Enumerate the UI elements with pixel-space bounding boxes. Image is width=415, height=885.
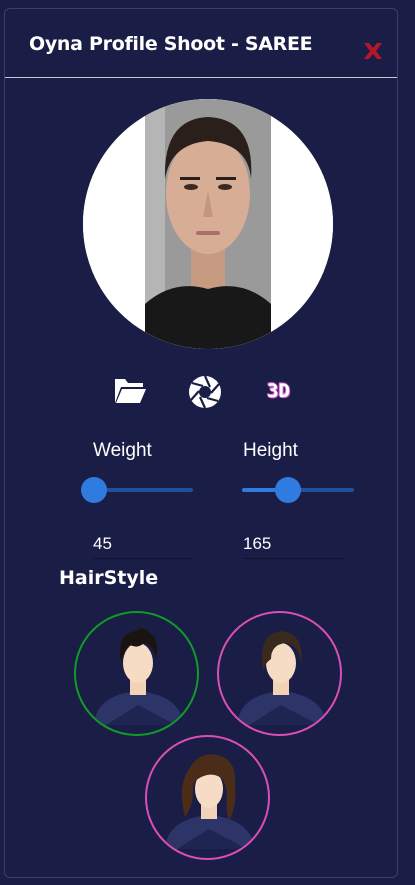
folder-open-icon[interactable] xyxy=(113,375,147,410)
height-label: Height xyxy=(243,440,298,461)
hairstyle-option-bangs[interactable] xyxy=(217,611,342,736)
hairstyle-option-short[interactable] xyxy=(74,611,199,736)
weight-input[interactable]: 45 xyxy=(93,530,193,559)
weight-slider-thumb[interactable] xyxy=(81,477,107,503)
profile-photo xyxy=(83,99,333,349)
hairstyle-title: HairStyle xyxy=(59,567,159,589)
weight-label: Weight xyxy=(93,440,152,461)
dialog-title: Oyna Profile Shoot - SAREE xyxy=(29,33,313,55)
weight-value: 45 xyxy=(93,534,112,553)
view-3d-button[interactable]: 3D xyxy=(267,380,290,402)
height-slider-thumb[interactable] xyxy=(274,477,301,503)
dialog-header: Oyna Profile Shoot - SAREE xyxy=(5,9,397,78)
height-value: 165 xyxy=(243,534,272,553)
hairstyle-option-long-wavy[interactable] xyxy=(145,735,270,860)
height-slider[interactable] xyxy=(242,476,354,504)
height-input[interactable]: 165 xyxy=(243,530,343,559)
profile-shoot-dialog: Oyna Profile Shoot - SAREE 3D Weight Hei… xyxy=(4,8,398,878)
camera-aperture-icon[interactable] xyxy=(188,375,222,414)
close-icon[interactable] xyxy=(361,39,385,63)
weight-slider[interactable] xyxy=(81,476,193,504)
view-3d-label: 3D xyxy=(267,380,290,402)
